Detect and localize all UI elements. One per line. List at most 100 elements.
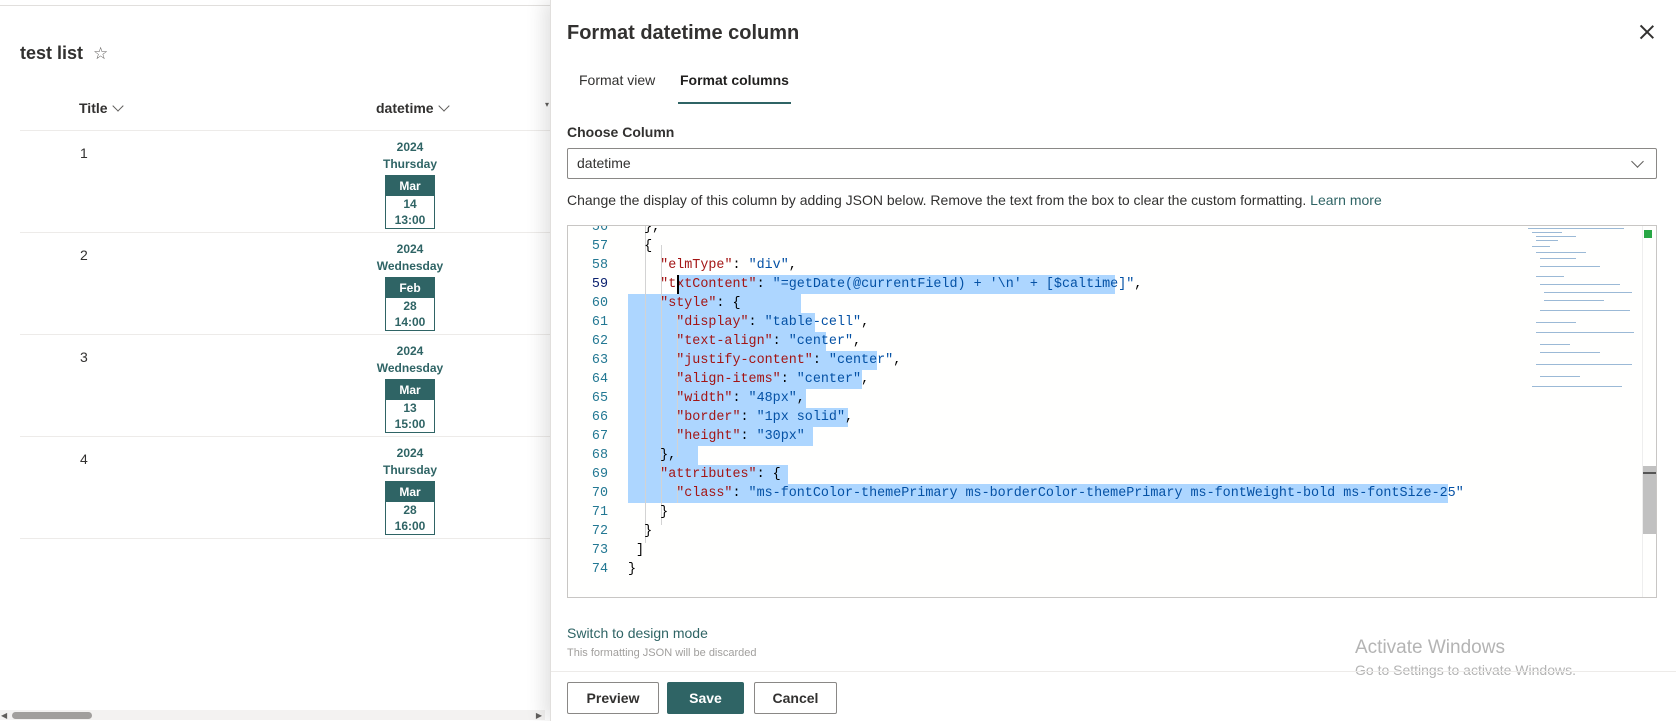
title-cell[interactable]: 2 xyxy=(80,247,88,263)
year-text: 2024 xyxy=(396,344,424,358)
code-line: "elmType": "div", xyxy=(660,258,797,273)
column-select[interactable]: datetime xyxy=(567,148,1657,179)
column-header-label: Title xyxy=(79,100,108,116)
help-text-body: Change the display of this column by add… xyxy=(567,192,1307,208)
column-header-label: datetime xyxy=(376,100,434,116)
code-line: "attributes": { xyxy=(660,467,781,482)
save-button[interactable]: Save xyxy=(667,682,744,714)
cancel-button[interactable]: Cancel xyxy=(754,682,837,714)
code-line: } xyxy=(628,505,669,520)
month-text: Feb xyxy=(386,278,434,298)
day-text: 13 xyxy=(403,401,417,415)
code-line: "border": "1px solid", xyxy=(676,410,854,425)
line-number: 56 xyxy=(591,225,608,235)
json-editor[interactable]: 56 57 58 59 60 61 62 63 64 65 66 67 68 6… xyxy=(567,225,1657,598)
preview-button[interactable]: Preview xyxy=(567,682,659,714)
line-number: 59 xyxy=(591,277,608,292)
line-number: 64 xyxy=(591,372,608,387)
line-number: 63 xyxy=(591,353,608,368)
time-text: 16:00 xyxy=(394,519,426,533)
line-number: 68 xyxy=(591,448,608,463)
tab-format-view[interactable]: Format view xyxy=(577,72,657,104)
line-number: 72 xyxy=(591,524,608,539)
calendar-badge: Mar 13 15:00 xyxy=(385,379,435,433)
datetime-cell: 2024 Thursday Mar 14 13:00 xyxy=(365,139,455,229)
line-number: 57 xyxy=(591,239,608,254)
column-header-datetime[interactable]: datetime xyxy=(376,100,450,116)
learn-more-link[interactable]: Learn more xyxy=(1310,192,1382,208)
code-line: "display": "table-cell", xyxy=(676,315,870,330)
favorite-star-icon[interactable]: ☆ xyxy=(93,44,108,64)
line-number: 62 xyxy=(591,334,608,349)
year-text: 2024 xyxy=(396,140,424,154)
line-number: 58 xyxy=(591,258,608,273)
close-icon[interactable] xyxy=(1635,20,1659,44)
chevron-down-icon xyxy=(1631,155,1644,168)
time-text: 15:00 xyxy=(394,417,426,431)
code-line: "align-items": "center", xyxy=(676,372,870,387)
code-line: }, xyxy=(628,225,661,235)
help-text: Change the display of this column by add… xyxy=(567,192,1382,208)
column-select-value: datetime xyxy=(577,155,631,171)
day-text: 14 xyxy=(403,197,417,211)
weekday-text: Thursday xyxy=(382,157,437,171)
month-text: Mar xyxy=(386,176,434,196)
code-line: }, xyxy=(628,448,677,463)
weekday-text: Thursday xyxy=(382,463,437,477)
column-resize-icon: ▾ xyxy=(545,100,550,109)
time-text: 14:00 xyxy=(394,315,426,329)
horizontal-scrollbar[interactable]: ◀ ▶ xyxy=(0,710,545,720)
line-number: 70 xyxy=(591,486,608,501)
panel-title: Format datetime column xyxy=(567,22,800,44)
scrollbar-thumb[interactable] xyxy=(1643,466,1656,534)
line-number: 71 xyxy=(591,505,608,520)
vertical-scrollbar[interactable] xyxy=(1642,226,1656,597)
scroll-left-icon[interactable]: ◀ xyxy=(1,711,7,720)
scroll-marker xyxy=(1643,472,1656,474)
day-text: 28 xyxy=(403,503,417,517)
line-number: 60 xyxy=(591,296,608,311)
activate-windows-title: Activate Windows xyxy=(1355,637,1505,658)
line-number: 66 xyxy=(591,410,608,425)
divider xyxy=(551,671,1676,672)
tab-format-columns[interactable]: Format columns xyxy=(678,72,791,104)
divider xyxy=(0,5,550,6)
weekday-text: Wednesday xyxy=(376,259,444,273)
choose-column-label: Choose Column xyxy=(567,124,675,140)
calendar-badge: Mar 14 13:00 xyxy=(385,175,435,229)
code-line: } xyxy=(628,524,653,539)
code-line: "width": "48px", xyxy=(676,391,805,406)
code-line: "height": "30px" xyxy=(676,429,805,444)
line-number: 74 xyxy=(591,562,608,577)
month-text: Mar xyxy=(386,482,434,502)
scroll-right-icon[interactable]: ▶ xyxy=(536,711,542,720)
day-text: 28 xyxy=(403,299,417,313)
weekday-text: Wednesday xyxy=(376,361,444,375)
editor-minimap[interactable] xyxy=(1526,226,1636,401)
title-cell[interactable]: 3 xyxy=(80,349,88,365)
list-title: test list ☆ xyxy=(20,43,108,64)
table-row[interactable]: 1 2024 Thursday Mar 14 13:00 xyxy=(20,131,550,233)
switch-to-design-mode-link[interactable]: Switch to design mode xyxy=(567,625,708,641)
table-row[interactable]: 3 2024 Wednesday Mar 13 15:00 xyxy=(20,335,550,437)
line-number: 67 xyxy=(591,429,608,444)
activate-windows-subtitle: Go to Settings to activate Windows. xyxy=(1355,662,1576,678)
scrollbar-thumb[interactable] xyxy=(12,712,92,719)
time-text: 13:00 xyxy=(394,213,426,227)
code-line: "text-align": "center", xyxy=(676,334,862,349)
code-line: "style": { xyxy=(660,296,741,311)
list-pane: test list ☆ Title datetime ▾ 1 2024 Thur… xyxy=(0,0,550,721)
year-text: 2024 xyxy=(396,446,424,460)
line-number: 69 xyxy=(591,467,608,482)
code-line: { xyxy=(628,239,653,254)
calendar-badge: Feb 28 14:00 xyxy=(385,277,435,331)
table-row[interactable]: 2 2024 Wednesday Feb 28 14:00 xyxy=(20,233,550,335)
table-row[interactable]: 4 2024 Thursday Mar 28 16:00 xyxy=(20,437,550,539)
text-cursor xyxy=(677,275,679,294)
line-number: 61 xyxy=(591,315,608,330)
title-cell[interactable]: 1 xyxy=(80,145,88,161)
month-text: Mar xyxy=(386,380,434,400)
datetime-cell: 2024 Wednesday Mar 13 15:00 xyxy=(365,343,455,433)
column-header-title[interactable]: Title xyxy=(79,100,124,116)
title-cell[interactable]: 4 xyxy=(80,451,88,467)
